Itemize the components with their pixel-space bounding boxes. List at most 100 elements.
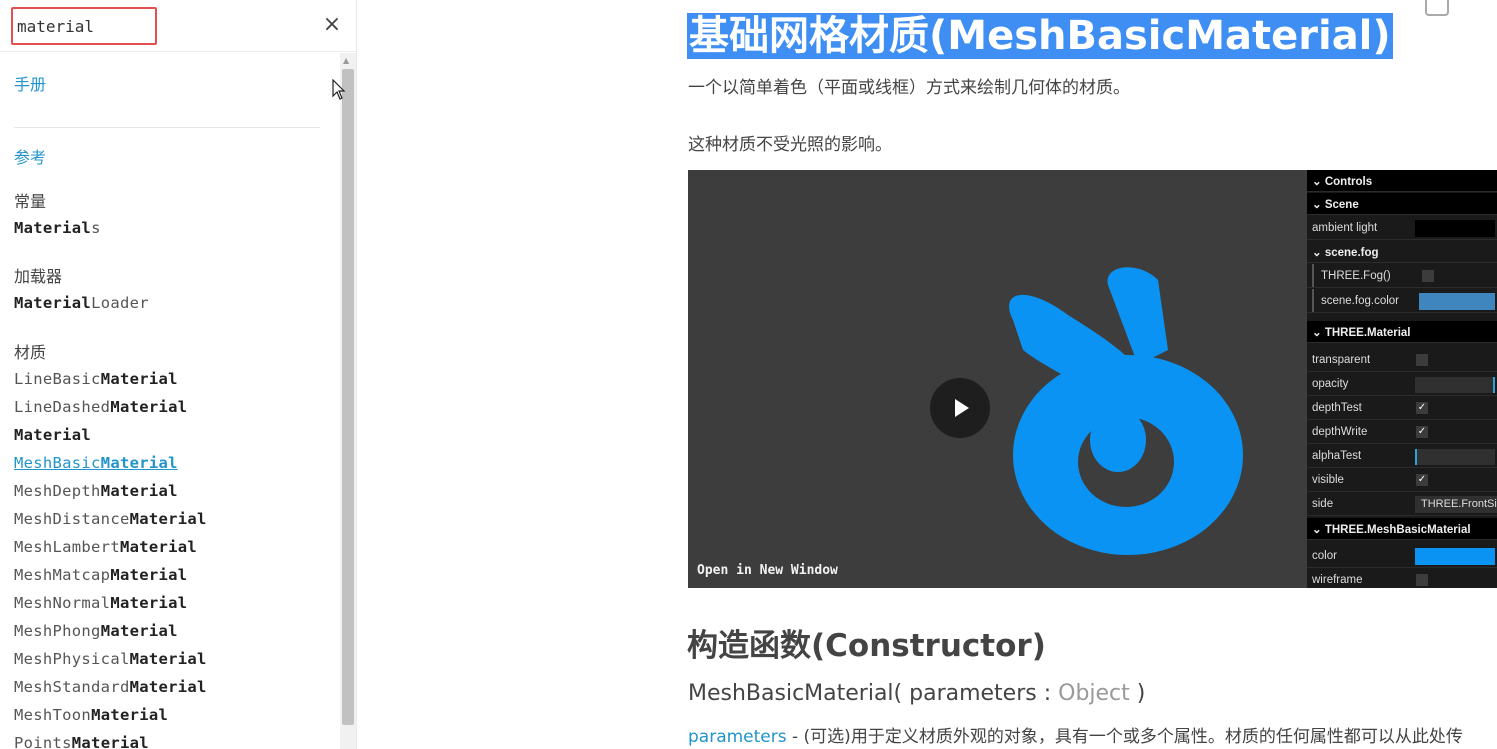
side-select[interactable]: THREE.FrontSide bbox=[1415, 496, 1497, 513]
list-item[interactable]: MeshLambertMaterial bbox=[14, 538, 197, 556]
three-fog-label: THREE.Fog() bbox=[1321, 270, 1391, 282]
list-item[interactable]: MeshDepthMaterial bbox=[14, 482, 178, 500]
three-material-label: THREE.Material bbox=[1324, 327, 1411, 339]
material-color-swatch[interactable] bbox=[1415, 548, 1495, 565]
sidebar-scrollbar[interactable]: ▲ bbox=[340, 53, 356, 749]
three-material-folder[interactable]: ⌄ THREE.Material bbox=[1307, 321, 1497, 343]
scene-fog-folder[interactable]: ⌄ scene.fog bbox=[1307, 241, 1497, 263]
close-icon[interactable]: × bbox=[320, 12, 344, 38]
category-loaders: 加载器 bbox=[14, 267, 63, 286]
depth-test-label: depthTest bbox=[1312, 402, 1362, 414]
parameter-description: parameters - (可选)用于定义材质外观的对象，具有一个或多个属性。材… bbox=[688, 722, 1463, 747]
depth-write-row: depthWrite ✓ bbox=[1307, 420, 1497, 444]
three-fog-checkbox[interactable] bbox=[1422, 270, 1434, 282]
depth-test-checkbox[interactable]: ✓ bbox=[1416, 402, 1428, 414]
constructor-signature: MeshBasicMaterial( parameters : Object ) bbox=[688, 681, 1145, 706]
list-item[interactable]: PointsMaterial bbox=[14, 734, 149, 749]
list-item[interactable]: MaterialLoader bbox=[14, 294, 149, 312]
chevron-down-icon: ⌄ bbox=[1312, 524, 1322, 536]
search-input[interactable] bbox=[11, 7, 157, 45]
depth-test-row: depthTest ✓ bbox=[1307, 396, 1497, 420]
visible-row: visible ✓ bbox=[1307, 468, 1497, 492]
side-label: side bbox=[1312, 498, 1334, 510]
sidebar-section-manual[interactable]: 手册 bbox=[14, 71, 46, 95]
signature-end: ) bbox=[1129, 681, 1146, 706]
sidebar-section-reference[interactable]: 参考 bbox=[14, 144, 46, 168]
list-item[interactable]: Material bbox=[14, 426, 91, 444]
ambient-light-row: ambient light bbox=[1307, 216, 1497, 240]
description-line-2: 这种材质不受光照的影响。 bbox=[688, 135, 892, 155]
transparent-label: transparent bbox=[1312, 354, 1371, 366]
list-item[interactable]: MeshStandardMaterial bbox=[14, 678, 207, 696]
open-in-new-window-link[interactable]: Open in New Window bbox=[697, 563, 838, 578]
open-external-icon[interactable] bbox=[1425, 0, 1449, 16]
scene-fog-color-swatch[interactable] bbox=[1419, 293, 1495, 310]
list-item[interactable]: MeshToonMaterial bbox=[14, 706, 168, 724]
main-content: 基础网格材质(MeshBasicMaterial) 一个以简单着色（平面或线框）… bbox=[357, 0, 1497, 749]
three-fog-row: THREE.Fog() bbox=[1307, 264, 1497, 288]
sidebar: × 手册 参考 常量 Materials 加载器 MaterialLoader … bbox=[0, 0, 357, 749]
scene-fog-label: scene.fog bbox=[1324, 247, 1379, 259]
section-divider bbox=[14, 127, 320, 128]
controls-panel: ⌄ Controls ⌄ Scene ambient light ⌄ scene… bbox=[1307, 170, 1497, 588]
mouse-cursor-icon bbox=[332, 79, 346, 100]
scrollbar-thumb[interactable] bbox=[342, 69, 354, 725]
list-item[interactable]: MeshPhysicalMaterial bbox=[14, 650, 207, 668]
side-row: side THREE.FrontSide bbox=[1307, 492, 1497, 516]
signature-type[interactable]: Object bbox=[1058, 681, 1130, 706]
list-item[interactable]: Materials bbox=[14, 219, 101, 237]
list-item[interactable]: LineDashedMaterial bbox=[14, 398, 187, 416]
category-constants: 常量 bbox=[14, 192, 47, 211]
wireframe-checkbox[interactable] bbox=[1416, 574, 1428, 586]
list-item[interactable]: MeshNormalMaterial bbox=[14, 594, 187, 612]
ambient-light-color[interactable] bbox=[1415, 220, 1495, 237]
depth-write-label: depthWrite bbox=[1312, 426, 1368, 438]
play-button[interactable] bbox=[930, 378, 990, 438]
wireframe-row: wireframe bbox=[1307, 568, 1497, 588]
mesh-basic-material-folder[interactable]: ⌄ THREE.MeshBasicMaterial bbox=[1307, 518, 1497, 540]
opacity-row: opacity bbox=[1307, 372, 1497, 396]
parameter-text: - (可选)用于定义材质外观的对象，具有一个或多个属性。材质的任何属性都可以从此… bbox=[786, 727, 1463, 747]
search-bar: × bbox=[0, 0, 356, 52]
scroll-up-arrow-icon[interactable]: ▲ bbox=[343, 56, 349, 65]
parameter-link[interactable]: parameters bbox=[688, 727, 787, 747]
color-label: color bbox=[1312, 550, 1337, 562]
scene-fog-color-label: scene.fog.color bbox=[1321, 295, 1399, 307]
list-item[interactable]: LineBasicMaterial bbox=[14, 370, 178, 388]
chevron-down-icon: ⌄ bbox=[1312, 176, 1322, 188]
alpha-test-row: alphaTest bbox=[1307, 444, 1497, 468]
list-item[interactable]: MeshMatcapMaterial bbox=[14, 566, 187, 584]
ambient-light-label: ambient light bbox=[1312, 222, 1378, 234]
scene-fog-color-row: scene.fog.color bbox=[1307, 289, 1497, 313]
color-row: color bbox=[1307, 544, 1497, 568]
visible-checkbox[interactable]: ✓ bbox=[1416, 474, 1428, 486]
chevron-down-icon: ⌄ bbox=[1312, 327, 1322, 339]
page-title-text: 基础网格材质(MeshBasicMaterial) bbox=[687, 13, 1393, 59]
list-item[interactable]: MeshPhongMaterial bbox=[14, 622, 178, 640]
transparent-row: transparent bbox=[1307, 348, 1497, 372]
category-materials: 材质 bbox=[14, 343, 47, 362]
page-title: 基础网格材质(MeshBasicMaterial) bbox=[687, 10, 1393, 62]
opacity-slider[interactable] bbox=[1415, 377, 1495, 393]
chevron-down-icon: ⌄ bbox=[1312, 199, 1322, 211]
wireframe-label: wireframe bbox=[1312, 574, 1363, 586]
depth-write-checkbox[interactable]: ✓ bbox=[1416, 426, 1428, 438]
description-line-1: 一个以简单着色（平面或线框）方式来绘制几何体的材质。 bbox=[688, 78, 1130, 98]
constructor-heading: 构造函数(Constructor) bbox=[687, 628, 1046, 664]
visible-label: visible bbox=[1312, 474, 1344, 486]
list-item-active[interactable]: MeshBasicMaterial bbox=[14, 454, 178, 472]
controls-header[interactable]: ⌄ Controls bbox=[1307, 170, 1497, 192]
alpha-test-label: alphaTest bbox=[1312, 450, 1362, 462]
scene-folder[interactable]: ⌄ Scene bbox=[1307, 193, 1497, 215]
opacity-label: opacity bbox=[1312, 378, 1349, 390]
example-video[interactable]: Open in New Window ⌄ Controls ⌄ Scene am… bbox=[688, 170, 1497, 588]
alpha-test-slider[interactable] bbox=[1415, 449, 1495, 465]
list-item[interactable]: MeshDistanceMaterial bbox=[14, 510, 207, 528]
chevron-down-icon: ⌄ bbox=[1312, 247, 1322, 259]
transparent-checkbox[interactable] bbox=[1416, 354, 1428, 366]
torus-knot-mesh bbox=[1009, 267, 1243, 555]
scene-label: Scene bbox=[1324, 199, 1359, 211]
sidebar-list: 手册 参考 常量 Materials 加载器 MaterialLoader 材质… bbox=[0, 53, 340, 749]
signature-name: MeshBasicMaterial( parameters : bbox=[688, 681, 1059, 706]
mesh-basic-material-label: THREE.MeshBasicMaterial bbox=[1324, 524, 1471, 536]
